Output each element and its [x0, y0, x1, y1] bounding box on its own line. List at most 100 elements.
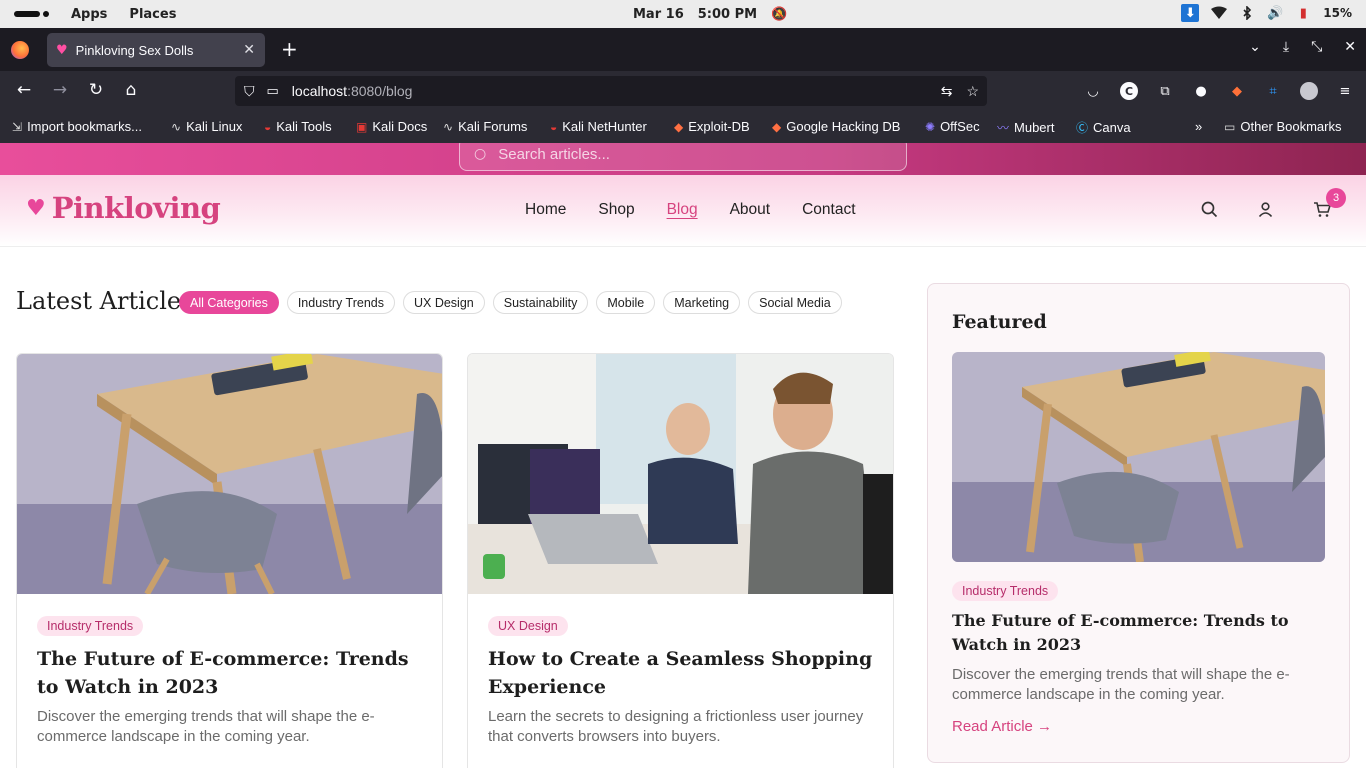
site-header: ♥ Pinkloving Home Shop Blog About Contac…	[0, 175, 1366, 247]
bookmark-item[interactable]: ✺ OffSec	[925, 119, 980, 134]
article-description: Learn the secrets to designing a frictio…	[488, 708, 864, 745]
metamask-fox-icon[interactable]: ◆	[1228, 82, 1246, 100]
os-date: Mar 16	[633, 6, 684, 22]
canva-icon: Ⓒ	[1076, 121, 1089, 135]
translate-icon[interactable]: ⇆	[941, 83, 953, 100]
bookmark-item[interactable]: 〰 Mubert	[997, 119, 1054, 136]
url-host: localhost	[291, 83, 348, 99]
exploitdb-icon: ◆	[674, 119, 684, 134]
battery-percent: 15%	[1323, 6, 1352, 20]
page-info-icon[interactable]: ▭	[267, 83, 279, 99]
bookmarks-overflow-icon[interactable]: »	[1195, 119, 1202, 134]
bookmark-item[interactable]: ▣ Kali Docs	[356, 119, 427, 134]
search-input[interactable]	[498, 145, 859, 163]
os-top-bar: Apps Places Mar 16 5:00 PM 🔕 ⬇ 🔊 ▮ 15%	[0, 0, 1366, 28]
kali-tools-icon: ◒	[264, 119, 272, 134]
ghdb-icon: ◆	[772, 119, 782, 134]
extension-c-icon[interactable]: C	[1120, 82, 1138, 100]
read-article-link[interactable]: Read Article →	[952, 718, 1052, 735]
restore-window-icon[interactable]: ⤡	[1311, 39, 1322, 55]
back-button[interactable]: ←	[12, 80, 36, 100]
app-menu-icon[interactable]: ≡	[1336, 82, 1354, 100]
url-path: :8080/blog	[347, 83, 413, 99]
article-card[interactable]: Industry Trends The Future of E-commerce…	[16, 353, 443, 768]
forward-button[interactable]: →	[48, 80, 72, 100]
volume-icon[interactable]: 🔊	[1267, 5, 1283, 21]
browser-tab-bar: ♥ Pinkloving Sex Dolls ✕ + ⌄ ⤓ ⤡ ✕	[0, 28, 1366, 71]
heart-logo-icon: ♥	[26, 195, 46, 221]
bookmark-item[interactable]: ◆ Google Hacking DB	[772, 119, 900, 134]
main-nav: Home Shop Blog About Contact	[525, 201, 856, 219]
featured-article-description: Discover the emerging trends that will s…	[952, 666, 1290, 703]
featured-category-tag[interactable]: Industry Trends	[952, 581, 1059, 601]
other-bookmarks[interactable]: ▭ Other Bookmarks	[1224, 119, 1342, 134]
extension-cookie-icon[interactable]: ●	[1192, 82, 1210, 100]
filter-all-categories[interactable]: All Categories	[179, 291, 279, 314]
os-menu-places[interactable]: Places	[129, 7, 176, 22]
article-category-tag[interactable]: Industry Trends	[37, 616, 144, 636]
article-title[interactable]: The Future of E-commerce: Trends to Watc…	[37, 645, 429, 701]
bookmark-item[interactable]: ◒ Kali Tools	[264, 119, 332, 134]
bookmark-item[interactable]: ◒ Kali NetHunter	[550, 119, 647, 134]
offsec-icon: ✺	[925, 119, 936, 134]
url-bar[interactable]: ⛉ ▭ localhost:8080/blog ⇆ ☆	[235, 76, 987, 106]
bookmarks-bar: ⇲ Import bookmarks... ∿ Kali Linux ◒ Kali T…	[0, 111, 1366, 143]
nav-contact[interactable]: Contact	[802, 201, 855, 219]
profile-extension-icon[interactable]	[1300, 82, 1318, 100]
featured-article-title[interactable]: The Future of E-commerce: Trends to Watc…	[952, 609, 1322, 657]
featured-article-image[interactable]	[952, 352, 1325, 562]
account-icon[interactable]	[1257, 201, 1274, 223]
filter-sustainability[interactable]: Sustainability	[492, 291, 589, 314]
article-title[interactable]: How to Create a Seamless Shopping Experi…	[488, 645, 880, 701]
header-search-icon[interactable]	[1201, 201, 1218, 223]
web-page: ○ ♥ Pinkloving Home Shop Blog About Cont…	[0, 143, 1366, 768]
os-status-area[interactable]: ⬇ 🔊 ▮ 15%	[1181, 4, 1352, 22]
bookmark-item[interactable]: ◆ Exploit-DB	[674, 119, 750, 134]
nav-blog[interactable]: Blog	[667, 201, 698, 219]
filter-ux-design[interactable]: UX Design	[402, 291, 485, 314]
os-menu-apps[interactable]: Apps	[71, 7, 107, 22]
tab-close-icon[interactable]: ✕	[243, 42, 255, 58]
search-strip: ○	[0, 143, 1366, 175]
bookmark-item[interactable]: ⇲ Import bookmarks...	[12, 119, 142, 134]
article-image-office-workers[interactable]	[468, 354, 893, 594]
article-category-tag[interactable]: UX Design	[488, 616, 568, 636]
close-window-icon[interactable]: ✕	[1344, 39, 1356, 55]
filter-marketing[interactable]: Marketing	[663, 291, 741, 314]
pocket-icon[interactable]: ◡	[1084, 82, 1102, 100]
os-activities-icon[interactable]	[14, 11, 49, 17]
filter-mobile[interactable]: Mobile	[596, 291, 656, 314]
site-logo[interactable]: ♥ Pinkloving	[26, 191, 221, 225]
nav-shop[interactable]: Shop	[598, 201, 634, 219]
kali-dragon-icon: ∿	[171, 119, 182, 134]
reload-button[interactable]: ↻	[84, 80, 108, 100]
download-indicator-icon[interactable]: ⬇	[1181, 4, 1200, 22]
list-all-tabs-icon[interactable]: ⌄	[1249, 39, 1261, 55]
bookmark-star-icon[interactable]: ☆	[966, 83, 979, 100]
nav-about[interactable]: About	[730, 201, 771, 219]
nethunter-icon: ◒	[550, 119, 558, 134]
bookmark-item[interactable]: Ⓒ Canva	[1076, 119, 1131, 136]
article-card[interactable]: UX Design How to Create a Seamless Shopp…	[467, 353, 894, 768]
browser-nav-bar: ← → ↻ ⌂ ⛉ ▭ localhost:8080/blog ⇆ ☆ ◡ C …	[0, 71, 1366, 111]
featured-sidebar: Featured Industry Trends The Future of E…	[927, 283, 1350, 763]
wifi-icon[interactable]	[1211, 5, 1228, 21]
tracking-shield-icon[interactable]: ⛉	[244, 83, 255, 100]
bluetooth-icon[interactable]	[1239, 5, 1255, 21]
filter-social-media[interactable]: Social Media	[748, 291, 842, 314]
os-clock[interactable]: Mar 16 5:00 PM 🔕	[633, 6, 787, 22]
extensions-puzzle-icon[interactable]: ⧉	[1156, 82, 1174, 100]
bookmark-item[interactable]: ∿ Kali Linux	[171, 119, 242, 134]
article-search[interactable]: ○	[459, 143, 907, 171]
filter-industry-trends[interactable]: Industry Trends	[286, 291, 395, 314]
browser-tab-active[interactable]: ♥ Pinkloving Sex Dolls ✕	[47, 33, 265, 67]
screenshot-extension-icon[interactable]: ⌗	[1264, 82, 1282, 100]
download-window-icon[interactable]: ⤓	[1283, 39, 1289, 55]
new-tab-button[interactable]: +	[281, 37, 298, 61]
article-image-desk-chair[interactable]	[17, 354, 442, 594]
folder-icon: ▭	[1224, 119, 1236, 134]
home-button[interactable]: ⌂	[119, 80, 143, 100]
nav-home[interactable]: Home	[525, 201, 566, 219]
battery-icon[interactable]: ▮	[1295, 5, 1311, 21]
bookmark-item[interactable]: ∿ Kali Forums	[443, 119, 527, 134]
